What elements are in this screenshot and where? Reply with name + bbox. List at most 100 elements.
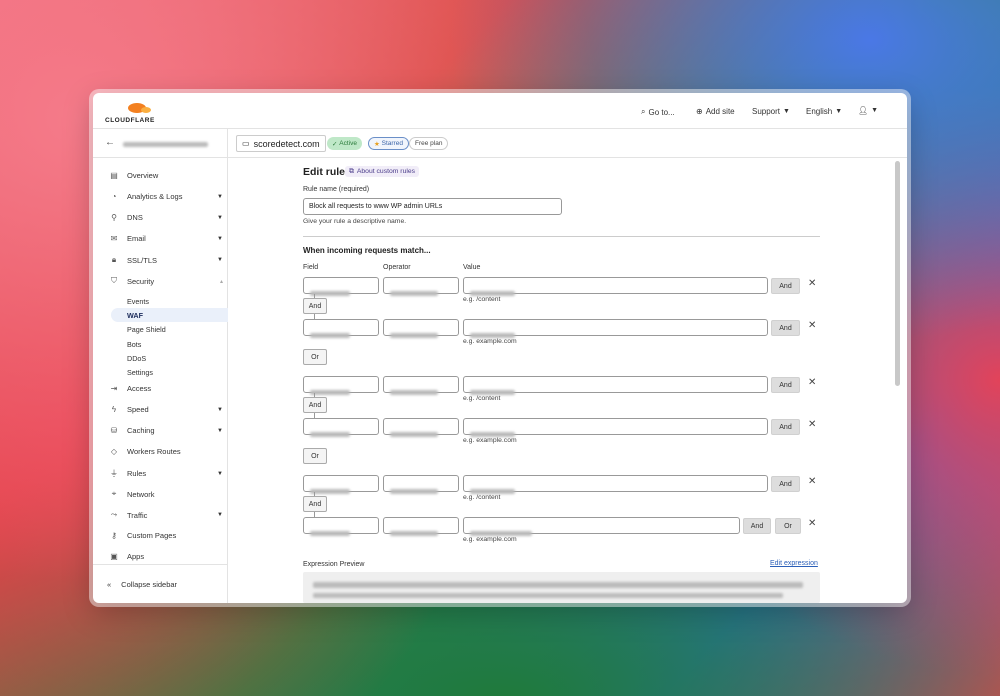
- sidebar-subitem-page-shield[interactable]: Page Shield: [127, 325, 166, 334]
- starred-badge[interactable]: ★ Starred: [368, 137, 409, 150]
- sidebar-subitem-ddos[interactable]: DDoS: [127, 354, 146, 363]
- field-select[interactable]: [303, 319, 379, 338]
- field-select[interactable]: [303, 418, 379, 437]
- filter-icon: ⏚: [110, 469, 118, 478]
- remove-condition-icon[interactable]: ✕: [808, 518, 816, 529]
- field-select[interactable]: [303, 277, 379, 296]
- field-select[interactable]: [303, 475, 379, 494]
- sidebar-item-label: Rules: [127, 469, 147, 478]
- caret-down-icon: ▼: [217, 470, 223, 477]
- status-badge: ✓ Active: [327, 137, 362, 150]
- add-site-button[interactable]: ⊕ Add site: [696, 107, 735, 116]
- sidebar-item-access[interactable]: ⇥ Access: [108, 384, 223, 393]
- remove-condition-icon[interactable]: ✕: [808, 476, 816, 487]
- sidebar-subitem-events[interactable]: Events: [127, 297, 149, 306]
- about-custom-rules-link[interactable]: ⧉ About custom rules: [345, 166, 420, 177]
- bolt-icon: ϟ: [111, 405, 117, 414]
- caret-down-icon: ▼: [217, 193, 223, 200]
- field-select[interactable]: [303, 376, 379, 395]
- sidebar-item-analytics-logs[interactable]: ◔ Analytics & Logs ▼: [108, 192, 223, 201]
- browser-window: CLOUDFLARE ⌕ Go to... ⊕ Add site Support ▼ …: [93, 93, 907, 603]
- operator-select[interactable]: [383, 376, 459, 395]
- value-input[interactable]: [463, 517, 740, 536]
- sidebar-subitem-waf[interactable]: WAF: [127, 311, 143, 320]
- remove-condition-icon[interactable]: ✕: [808, 419, 816, 430]
- add-and-button[interactable]: And: [771, 278, 800, 294]
- plus-circle-icon: ⊕: [696, 107, 703, 116]
- sidebar-item-workers-routes[interactable]: ◇ Workers Routes: [108, 447, 223, 456]
- scrollbar[interactable]: [895, 161, 900, 386]
- field-select[interactable]: [303, 517, 379, 536]
- goto-button[interactable]: ⌕ Go to...: [641, 107, 675, 117]
- add-and-button[interactable]: And: [771, 320, 800, 336]
- divider: [303, 236, 820, 237]
- sidebar-item-label: Access: [127, 384, 152, 393]
- value-input[interactable]: [463, 418, 768, 437]
- sidebar-item-custom-pages[interactable]: ⚷ Custom Pages: [108, 531, 223, 540]
- caret-down-icon: ▼: [835, 108, 843, 115]
- sidebar-item-label: Network: [127, 489, 155, 499]
- remove-condition-icon[interactable]: ✕: [808, 377, 816, 388]
- value-column-header: Value: [463, 264, 481, 271]
- sidebar-item-apps[interactable]: ▣ Apps: [108, 552, 223, 561]
- value-hint: e.g. example.com: [463, 437, 517, 444]
- window-icon: ▭: [242, 139, 250, 148]
- support-label: Support: [752, 107, 781, 116]
- sidebar-item-speed[interactable]: ϟ Speed ▼: [108, 405, 223, 414]
- drive-icon: ⛁: [110, 426, 118, 435]
- sidebar-item-label: Analytics & Logs: [127, 192, 183, 201]
- sidebar-item-traffic[interactable]: ⤳ Traffic ▼: [108, 510, 223, 520]
- sidebar-item-label: Security: [127, 276, 155, 286]
- sidebar-item-rules[interactable]: ⏚ Rules ▼: [108, 468, 223, 479]
- operator-select[interactable]: [383, 517, 459, 536]
- rule-name-input[interactable]: Block all requests to www WP admin URLs: [303, 198, 562, 215]
- external-doc-icon: ⧉: [349, 167, 354, 175]
- operator-column-header: Operator: [383, 264, 411, 271]
- sidebar-item-email[interactable]: ✉ Email ▼: [108, 234, 223, 243]
- sidebar-item-label: SSL/TLS: [127, 255, 158, 265]
- value-input[interactable]: [463, 376, 768, 395]
- value-input[interactable]: [463, 319, 768, 338]
- traffic-icon: ⤳: [110, 510, 118, 519]
- remove-condition-icon[interactable]: ✕: [808, 278, 816, 289]
- add-and-button[interactable]: And: [771, 476, 800, 492]
- sidebar-item-caching[interactable]: ⛁ Caching ▼: [108, 426, 223, 435]
- add-and-button[interactable]: And: [743, 518, 771, 534]
- sidebar-item-security[interactable]: ⛉ Security ▴: [108, 276, 223, 286]
- caret-down-icon: ▼: [217, 214, 223, 221]
- add-and-button[interactable]: And: [771, 419, 800, 435]
- sidebar-subitem-bots[interactable]: Bots: [127, 340, 141, 349]
- site-selector[interactable]: ▭ scoredetect.com: [236, 135, 326, 152]
- or-group-connector: Or: [303, 448, 327, 464]
- edit-expression-link[interactable]: Edit expression: [770, 560, 818, 567]
- cloudflare-logo[interactable]: CLOUDFLARE: [105, 100, 155, 124]
- operator-select[interactable]: [383, 418, 459, 437]
- operator-select[interactable]: [383, 475, 459, 494]
- page-title: Edit rule: [303, 166, 346, 178]
- back-arrow-icon[interactable]: ←: [105, 137, 115, 148]
- language-menu[interactable]: English ▼: [806, 107, 842, 116]
- add-and-button[interactable]: And: [771, 377, 800, 393]
- support-menu[interactable]: Support ▼: [752, 107, 790, 116]
- add-or-button[interactable]: Or: [775, 518, 801, 534]
- sidebar-item-overview[interactable]: ▤ Overview: [108, 171, 223, 180]
- workers-icon: ◇: [110, 447, 118, 456]
- value-input[interactable]: [463, 475, 768, 494]
- collapse-sidebar-button[interactable]: « Collapse sidebar: [107, 580, 177, 589]
- and-connector: And: [303, 496, 327, 512]
- sidebar-item-network[interactable]: ⌖ Network: [108, 489, 223, 499]
- operator-select[interactable]: [383, 277, 459, 296]
- value-hint: e.g. example.com: [463, 536, 517, 543]
- expression-preview-label: Expression Preview: [303, 561, 365, 568]
- sidebar-item-dns[interactable]: ⚲ DNS ▼: [108, 213, 223, 222]
- operator-select[interactable]: [383, 319, 459, 338]
- sidebar-item-label: Email: [127, 234, 146, 243]
- remove-condition-icon[interactable]: ✕: [808, 320, 816, 331]
- value-input[interactable]: [463, 277, 768, 296]
- sidebar-subitem-settings[interactable]: Settings: [127, 368, 153, 377]
- search-icon: ⌕: [641, 107, 646, 116]
- sidebar-item-ssl-tls[interactable]: 🔒︎ SSL/TLS ▼: [108, 255, 223, 265]
- plan-label: Free plan: [415, 140, 443, 147]
- user-menu[interactable]: 👤︎ ▼: [858, 106, 878, 115]
- account-name[interactable]: [123, 142, 208, 147]
